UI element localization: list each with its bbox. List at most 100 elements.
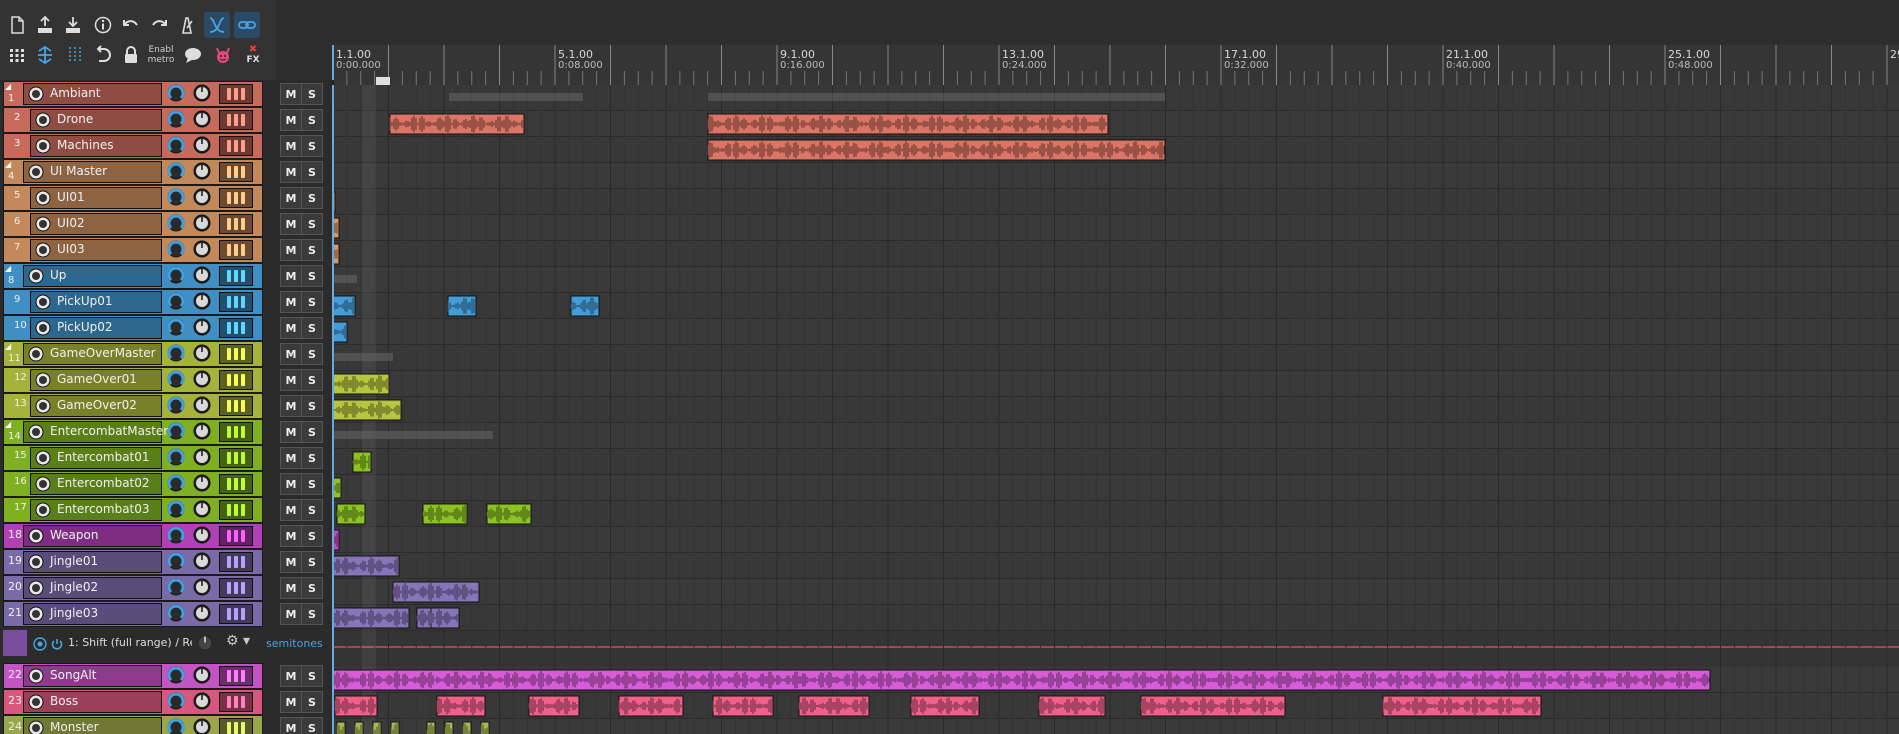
pan-knob-icon[interactable]: [192, 83, 212, 103]
track-17[interactable]: 17 Entercombat03 M S: [0, 496, 330, 523]
snap-button[interactable]: [32, 42, 58, 68]
record-arm-icon[interactable]: [28, 346, 44, 362]
track-4[interactable]: ◢ 4 UI Master M S: [0, 158, 330, 185]
solo-button[interactable]: S: [301, 213, 323, 235]
ripple-edit-button[interactable]: [204, 12, 230, 38]
pan-knob-icon[interactable]: [192, 421, 212, 441]
track-14[interactable]: ◢ 14 EntercombatMaster M S: [0, 418, 330, 445]
media-item[interactable]: [332, 669, 1711, 691]
pan-knob-icon[interactable]: [192, 603, 212, 623]
record-arm-icon[interactable]: [28, 694, 44, 710]
volume-knob-icon[interactable]: [166, 317, 186, 337]
folder-collapse-icon[interactable]: ◢: [5, 82, 11, 91]
track-name-box[interactable]: Drone: [30, 109, 162, 131]
record-arm-icon[interactable]: [35, 398, 51, 414]
pan-knob-icon[interactable]: [192, 473, 212, 493]
track-name-box[interactable]: GameOver02: [30, 395, 162, 417]
mute-button[interactable]: M: [280, 577, 302, 599]
track-lane[interactable]: [332, 719, 1899, 734]
volume-knob-icon[interactable]: [166, 187, 186, 207]
solo-button[interactable]: S: [301, 369, 323, 391]
pan-knob-icon[interactable]: [192, 161, 212, 181]
record-arm-icon[interactable]: [35, 320, 51, 336]
media-item[interactable]: [444, 721, 454, 734]
mute-button[interactable]: M: [280, 265, 302, 287]
solo-button[interactable]: S: [301, 317, 323, 339]
media-item[interactable]: [426, 721, 436, 734]
track-22[interactable]: 22 SongAlt M S: [0, 662, 330, 689]
pan-knob-icon[interactable]: [192, 135, 212, 155]
track-1[interactable]: ◢ 1 Ambiant M S: [0, 80, 330, 107]
pan-knob-icon[interactable]: [192, 665, 212, 685]
pan-knob-icon[interactable]: [192, 551, 212, 571]
volume-knob-icon[interactable]: [166, 343, 186, 363]
track-lane[interactable]: [332, 605, 1899, 631]
mute-button[interactable]: M: [280, 525, 302, 547]
track-12[interactable]: 12 GameOver01 M S: [0, 366, 330, 393]
open-project-button[interactable]: [32, 12, 58, 38]
pan-knob-icon[interactable]: [192, 499, 212, 519]
devil-button[interactable]: [210, 42, 236, 68]
track-20[interactable]: 20 Jingle02 M S: [0, 574, 330, 601]
track-8[interactable]: ◢ 8 Up M S: [0, 262, 330, 289]
record-arm-icon[interactable]: [35, 294, 51, 310]
volume-knob-icon[interactable]: [166, 161, 186, 181]
media-item[interactable]: [462, 721, 472, 734]
media-item[interactable]: [392, 581, 480, 603]
volume-knob-icon[interactable]: [166, 291, 186, 311]
mute-button[interactable]: M: [280, 135, 302, 157]
mute-button[interactable]: M: [280, 499, 302, 521]
media-item[interactable]: [389, 113, 525, 135]
track-lane[interactable]: [332, 397, 1899, 423]
solo-button[interactable]: S: [301, 291, 323, 313]
record-arm-icon[interactable]: [28, 528, 44, 544]
record-arm-icon[interactable]: [35, 372, 51, 388]
media-item[interactable]: [334, 695, 378, 717]
volume-knob-icon[interactable]: [166, 83, 186, 103]
mute-button[interactable]: M: [280, 317, 302, 339]
snap-grid-button[interactable]: [62, 42, 88, 68]
track-name-box[interactable]: Machines: [30, 135, 162, 157]
mute-button[interactable]: M: [280, 291, 302, 313]
solo-button[interactable]: S: [301, 717, 323, 734]
mute-button[interactable]: M: [280, 213, 302, 235]
record-arm-icon[interactable]: [28, 668, 44, 684]
media-item[interactable]: [430, 607, 460, 629]
mute-button[interactable]: M: [280, 369, 302, 391]
fx-envelope-lane[interactable]: 1: Shift (full range) / Rea ⚙ ▾ semitones: [0, 630, 330, 656]
pan-knob-icon[interactable]: [192, 317, 212, 337]
mute-button[interactable]: M: [280, 343, 302, 365]
save-project-button[interactable]: [60, 12, 86, 38]
pan-knob-icon[interactable]: [192, 291, 212, 311]
record-arm-icon[interactable]: [28, 424, 44, 440]
volume-knob-icon[interactable]: [166, 551, 186, 571]
mute-button[interactable]: M: [280, 239, 302, 261]
media-item[interactable]: [436, 695, 486, 717]
comment-button[interactable]: [180, 42, 206, 68]
volume-knob-icon[interactable]: [166, 135, 186, 155]
solo-button[interactable]: S: [301, 161, 323, 183]
record-arm-icon[interactable]: [28, 554, 44, 570]
volume-knob-icon[interactable]: [166, 395, 186, 415]
media-item[interactable]: [332, 295, 356, 317]
record-arm-icon[interactable]: [35, 138, 51, 154]
bypass-icon[interactable]: [50, 636, 64, 650]
loop-button[interactable]: [90, 42, 116, 68]
solo-button[interactable]: S: [301, 83, 323, 105]
media-item[interactable]: [447, 295, 477, 317]
media-item[interactable]: [707, 113, 1109, 135]
track-lane[interactable]: [332, 241, 1899, 267]
volume-knob-icon[interactable]: [166, 525, 186, 545]
track-name-box[interactable]: Jingle02: [23, 577, 162, 599]
track-name-box[interactable]: GameOverMaster: [23, 343, 162, 365]
track-name-box[interactable]: GameOver01: [30, 369, 162, 391]
media-item[interactable]: [910, 695, 980, 717]
record-arm-icon[interactable]: [35, 476, 51, 492]
media-item[interactable]: [1038, 695, 1106, 717]
envelope-lane-bg[interactable]: [332, 631, 1899, 667]
timeline-ruler[interactable]: 1.1.00 0:00.000 5.1.00 0:08.000 9.1.00 0:16.0…: [332, 45, 1899, 86]
grid-button[interactable]: [4, 42, 30, 68]
folder-collapse-icon[interactable]: ◢: [5, 420, 11, 429]
track-name-box[interactable]: Ambiant: [23, 83, 162, 105]
record-arm-icon[interactable]: [35, 190, 51, 206]
